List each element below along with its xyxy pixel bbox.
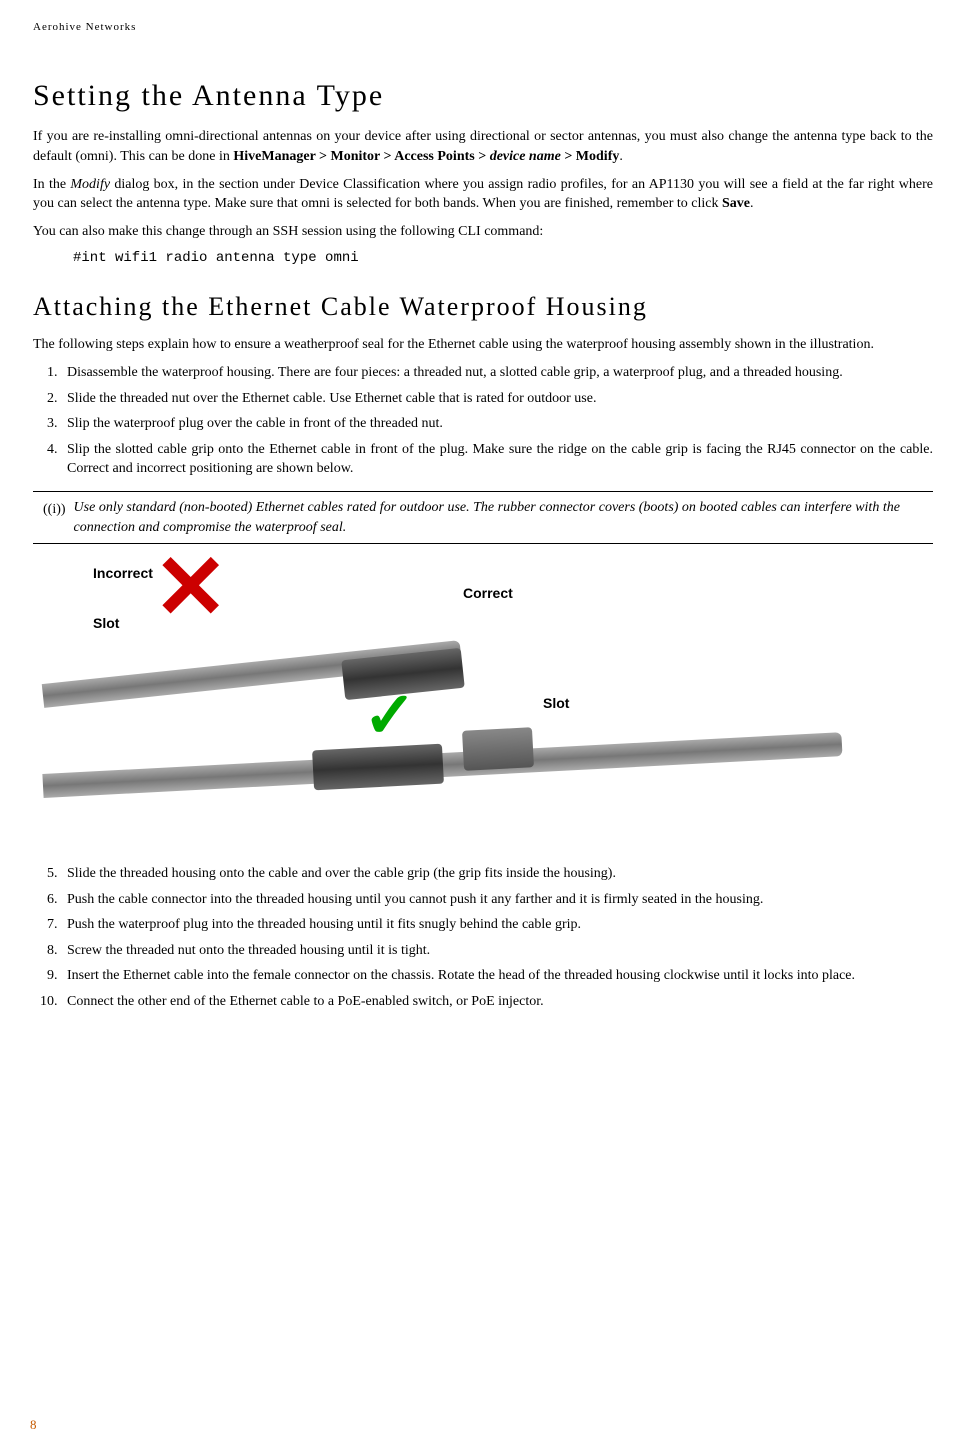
text: . <box>619 149 623 164</box>
text-bold: HiveManager > Monitor > Access Points > <box>233 149 489 164</box>
page-header: Aerohive Networks <box>33 20 933 35</box>
cable-diagram: Incorrect Slot ✕ Correct Slot ✓ <box>43 564 923 844</box>
label-correct: Correct <box>463 584 513 604</box>
text: dialog box, in the section under Device … <box>33 177 933 212</box>
label-slot: Slot <box>543 694 569 714</box>
steps-list-b: Slide the threaded housing onto the cabl… <box>33 864 933 1012</box>
page-number: 8 <box>30 1416 37 1434</box>
step-item: Push the cable connector into the thread… <box>61 890 933 910</box>
step-item: Screw the threaded nut onto the threaded… <box>61 941 933 961</box>
check-mark-icon: ✓ <box>363 684 417 748</box>
antenna-p1: If you are re-installing omni-directiona… <box>33 127 933 166</box>
step-item: Insert the Ethernet cable into the femal… <box>61 966 933 986</box>
rj45-illustration <box>462 727 534 771</box>
step-item: Connect the other end of the Ethernet ca… <box>61 992 933 1012</box>
text-bold: > Modify <box>561 149 620 164</box>
label-slot: Slot <box>93 614 119 634</box>
cli-command: #int wifi1 radio antenna type omni <box>73 249 933 269</box>
x-mark-icon: ✕ <box>153 544 228 634</box>
step-item: Push the waterproof plug into the thread… <box>61 915 933 935</box>
section-title-antenna: Setting the Antenna Type <box>33 75 933 117</box>
text: . <box>750 196 754 211</box>
antenna-p2: In the Modify dialog box, in the section… <box>33 175 933 214</box>
step-item: Slide the threaded nut over the Ethernet… <box>61 389 933 409</box>
step-item: Slip the waterproof plug over the cable … <box>61 414 933 434</box>
housing-intro: The following steps explain how to ensur… <box>33 335 933 355</box>
grip-illustration <box>312 744 444 791</box>
step-item: Disassemble the waterproof housing. Ther… <box>61 363 933 383</box>
step-item: Slip the slotted cable grip onto the Eth… <box>61 440 933 479</box>
steps-list-a: Disassemble the waterproof housing. Ther… <box>33 363 933 479</box>
text-italic: Modify <box>70 177 110 192</box>
note-icon: ((i)) <box>43 498 66 520</box>
text-bold: Save <box>722 196 750 211</box>
section-title-housing: Attaching the Ethernet Cable Waterproof … <box>33 289 933 325</box>
step-item: Slide the threaded housing onto the cabl… <box>61 864 933 884</box>
antenna-p3: You can also make this change through an… <box>33 222 933 242</box>
text-bold-italic: device name <box>490 149 561 164</box>
note-callout: ((i)) Use only standard (non-booted) Eth… <box>33 491 933 544</box>
note-text: Use only standard (non-booted) Ethernet … <box>74 498 923 537</box>
text: In the <box>33 177 70 192</box>
label-incorrect: Incorrect <box>93 564 153 584</box>
